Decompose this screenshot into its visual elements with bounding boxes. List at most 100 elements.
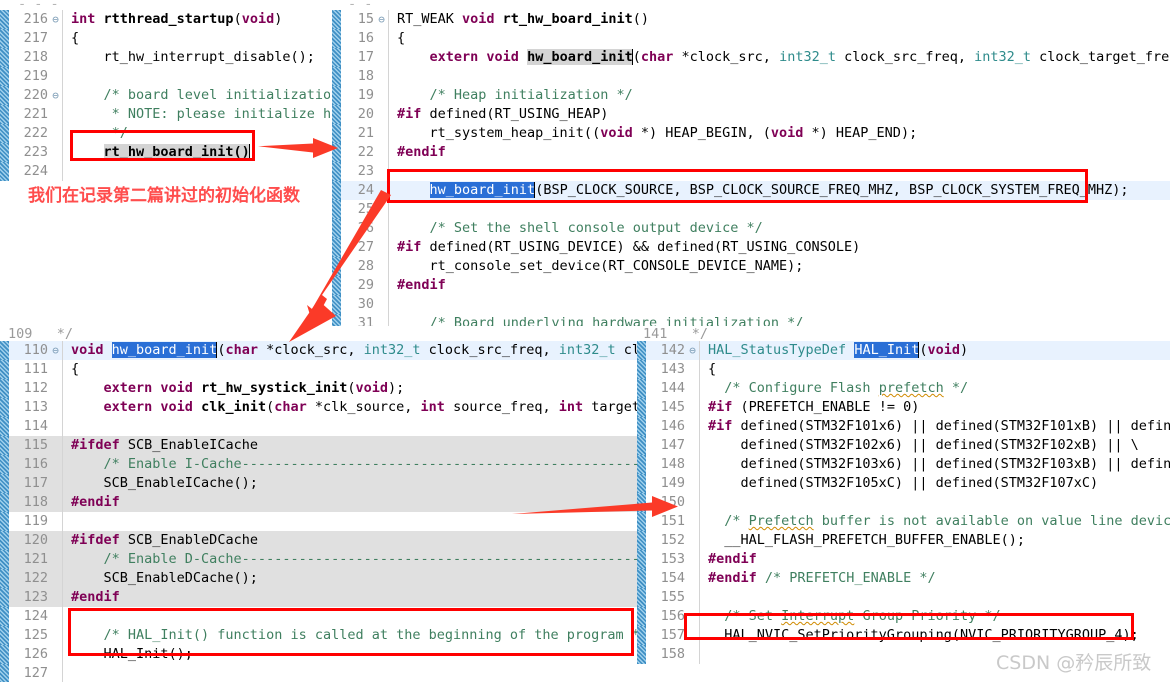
code-line[interactable]: 115 #ifdef SCB_EnableICache: [0, 436, 660, 455]
code-line[interactable]: 149 defined(STM32F105xC) || defined(STM3…: [637, 474, 1170, 493]
code-text[interactable]: {: [69, 360, 660, 379]
code-text[interactable]: rt_system_heap_init((void *) HEAP_BEGIN,…: [395, 124, 1170, 143]
code-line[interactable]: 155: [637, 588, 1170, 607]
code-text[interactable]: #if defined(RT_USING_HEAP): [395, 105, 1170, 124]
code-line[interactable]: 142 ⊖ HAL_StatusTypeDef HAL_Init(void): [637, 341, 1170, 360]
code-line[interactable]: 15 ⊖ RT_WEAK void rt_hw_board_init(): [332, 10, 1170, 29]
code-text[interactable]: rt_console_set_device(RT_CONSOLE_DEVICE_…: [395, 257, 1170, 276]
code-text[interactable]: extern void clk_init(char *clk_source, i…: [69, 398, 660, 417]
code-text[interactable]: /* Heap initialization */: [395, 86, 1170, 105]
code-text[interactable]: extern void rt_hw_systick_init(void);: [69, 379, 660, 398]
code-line[interactable]: 144 /* Configure Flash prefetch */: [637, 379, 1170, 398]
code-text[interactable]: #if defined(RT_USING_DEVICE) && defined(…: [395, 238, 1170, 257]
code-line[interactable]: 156 /* Set Interrupt Group Priority */: [637, 607, 1170, 626]
code-text[interactable]: */: [69, 124, 330, 143]
code-text[interactable]: hw_board_init(BSP_CLOCK_SOURCE, BSP_CLOC…: [395, 181, 1170, 200]
code-line[interactable]: 147 defined(STM32F102x6) || defined(STM3…: [637, 436, 1170, 455]
code-text[interactable]: extern void hw_board_init(char *clock_sr…: [395, 48, 1170, 67]
rtthread-startup-panel[interactable]: - - - 216 ⊖ int rtthread_startup(void) 217{…: [0, 0, 330, 330]
code-text[interactable]: defined(STM32F103x6) || defined(STM32F10…: [706, 455, 1170, 474]
code-line[interactable]: 117 SCB_EnableICache();: [0, 474, 660, 493]
code-line[interactable]: 123 #endif: [0, 588, 660, 607]
code-text[interactable]: #endif: [395, 276, 1170, 295]
code-line[interactable]: 216 ⊖ int rtthread_startup(void): [0, 10, 330, 29]
code-line[interactable]: 222 */: [0, 124, 330, 143]
code-line[interactable]: 120 #ifdef SCB_EnableDCache: [0, 531, 660, 550]
code-line[interactable]: 17 extern void hw_board_init(char *clock…: [332, 48, 1170, 67]
code-line[interactable]: 154 #endif /* PREFETCH_ENABLE */: [637, 569, 1170, 588]
code-line[interactable]: 127: [0, 664, 660, 682]
code-text[interactable]: rt_hw_interrupt_disable();: [69, 48, 330, 67]
code-line[interactable]: 220 ⊖ /* board level initialization: [0, 86, 330, 105]
code-text[interactable]: __HAL_FLASH_PREFETCH_BUFFER_ENABLE();: [706, 531, 1170, 550]
code-text[interactable]: #endif: [395, 143, 1170, 162]
code-line[interactable]: 29 #endif: [332, 276, 1170, 295]
code-line[interactable]: 157 HAL_NVIC_SetPriorityGrouping(NVIC_PR…: [637, 626, 1170, 645]
code-line[interactable]: 121 /* Enable D-Cache-------------------…: [0, 550, 660, 569]
fold-collapse-icon[interactable]: ⊖: [686, 341, 699, 360]
code-text[interactable]: #ifdef SCB_EnableDCache: [69, 531, 660, 550]
code-text[interactable]: * NOTE: please initialize hea: [69, 105, 330, 124]
code-line[interactable]: 150: [637, 493, 1170, 512]
code-line[interactable]: 113 extern void clk_init(char *clk_sourc…: [0, 398, 660, 417]
code-text[interactable]: /* Enable I-Cache-----------------------…: [69, 455, 661, 474]
code-text[interactable]: int rtthread_startup(void): [69, 10, 330, 29]
code-text[interactable]: {: [395, 29, 1170, 48]
code-text[interactable]: /* Enable D-Cache-----------------------…: [69, 550, 661, 569]
code-text[interactable]: #endif /* PREFETCH_ENABLE */: [706, 569, 1170, 588]
code-line[interactable]: 148 defined(STM32F103x6) || defined(STM3…: [637, 455, 1170, 474]
code-text[interactable]: #endif: [69, 588, 660, 607]
code-line[interactable]: 152 __HAL_FLASH_PREFETCH_BUFFER_ENABLE()…: [637, 531, 1170, 550]
code-text[interactable]: {: [69, 29, 330, 48]
code-line[interactable]: 217 {: [0, 29, 330, 48]
code-line[interactable]: 27 #if defined(RT_USING_DEVICE) && define…: [332, 238, 1170, 257]
code-line[interactable]: 145 #if (PREFETCH_ENABLE != 0): [637, 398, 1170, 417]
code-line[interactable]: 153 #endif: [637, 550, 1170, 569]
code-text[interactable]: RT_WEAK void rt_hw_board_init(): [395, 10, 1170, 29]
code-text[interactable]: #ifdef SCB_EnableICache: [69, 436, 660, 455]
code-text[interactable]: HAL_NVIC_SetPriorityGrouping(NVIC_PRIORI…: [706, 626, 1170, 645]
code-line[interactable]: 26 /* Set the shell console output devic…: [332, 219, 1170, 238]
code-text[interactable]: /* Configure Flash prefetch */: [706, 379, 1170, 398]
code-text[interactable]: defined(STM32F105xC) || defined(STM32F10…: [706, 474, 1170, 493]
fold-collapse-icon[interactable]: ⊖: [49, 10, 62, 29]
code-line[interactable]: 24 hw_board_init(BSP_CLOCK_SOURCE, BSP_C…: [332, 181, 1170, 200]
code-text[interactable]: HAL_StatusTypeDef HAL_Init(void): [706, 341, 1170, 360]
code-line[interactable]: 25: [332, 200, 1170, 219]
code-line[interactable]: 111 {: [0, 360, 660, 379]
code-line[interactable]: 219: [0, 67, 330, 86]
code-line[interactable]: 124: [0, 607, 660, 626]
code-line[interactable]: 221 * NOTE: please initialize hea: [0, 105, 330, 124]
code-line[interactable]: 143 {: [637, 360, 1170, 379]
code-line[interactable]: 30: [332, 295, 1170, 314]
code-text[interactable]: /* HAL_Init() function is called at the …: [69, 626, 660, 645]
board-c-panel[interactable]: - - 15 ⊖ RT_WEAK void rt_hw_board_init() 16…: [332, 0, 1170, 330]
code-line[interactable]: 218 rt_hw_interrupt_disable();: [0, 48, 330, 67]
code-line[interactable]: 16 {: [332, 29, 1170, 48]
code-text[interactable]: #endif: [69, 493, 660, 512]
code-line[interactable]: 126 HAL_Init();: [0, 645, 660, 664]
code-text[interactable]: SCB_EnableICache();: [69, 474, 660, 493]
code-line[interactable]: 116 /* Enable I-Cache-------------------…: [0, 455, 660, 474]
code-line[interactable]: 110 ⊖ void hw_board_init(char *clock_src, …: [0, 341, 660, 360]
code-line[interactable]: 23: [332, 162, 1170, 181]
code-line[interactable]: 122 SCB_EnableDCache();: [0, 569, 660, 588]
code-text[interactable]: #if defined(STM32F101x6) || defined(STM3…: [706, 417, 1170, 436]
code-line[interactable]: 125 /* HAL_Init() function is called at …: [0, 626, 660, 645]
code-text[interactable]: /* Prefetch buffer is not available on v…: [706, 512, 1170, 531]
code-text[interactable]: /* board level initialization: [69, 86, 331, 105]
fold-collapse-icon[interactable]: ⊖: [49, 86, 62, 105]
code-line[interactable]: 114: [0, 417, 660, 436]
code-line[interactable]: 28 rt_console_set_device(RT_CONSOLE_DEVI…: [332, 257, 1170, 276]
code-text[interactable]: HAL_Init();: [69, 645, 660, 664]
code-line[interactable]: 119: [0, 512, 660, 531]
code-line[interactable]: 146 #if defined(STM32F101x6) || defined(S…: [637, 417, 1170, 436]
code-line[interactable]: 112 extern void rt_hw_systick_init(void)…: [0, 379, 660, 398]
code-text[interactable]: #if (PREFETCH_ENABLE != 0): [706, 398, 1170, 417]
stm32f1xx-hal-c-panel[interactable]: 141 */ 142 ⊖ HAL_StatusTypeDef HAL_Init(vo…: [637, 326, 1170, 682]
code-text[interactable]: void hw_board_init(char *clock_src, int3…: [69, 341, 660, 360]
code-line[interactable]: 20 #if defined(RT_USING_HEAP): [332, 105, 1170, 124]
drv-common-c-panel[interactable]: 109 */ 110 ⊖ void hw_board_init(char *cloc…: [0, 326, 660, 682]
code-text[interactable]: /* Set Interrupt Group Priority */: [706, 607, 1170, 626]
code-text[interactable]: rt_hw_board_init();: [69, 143, 330, 162]
